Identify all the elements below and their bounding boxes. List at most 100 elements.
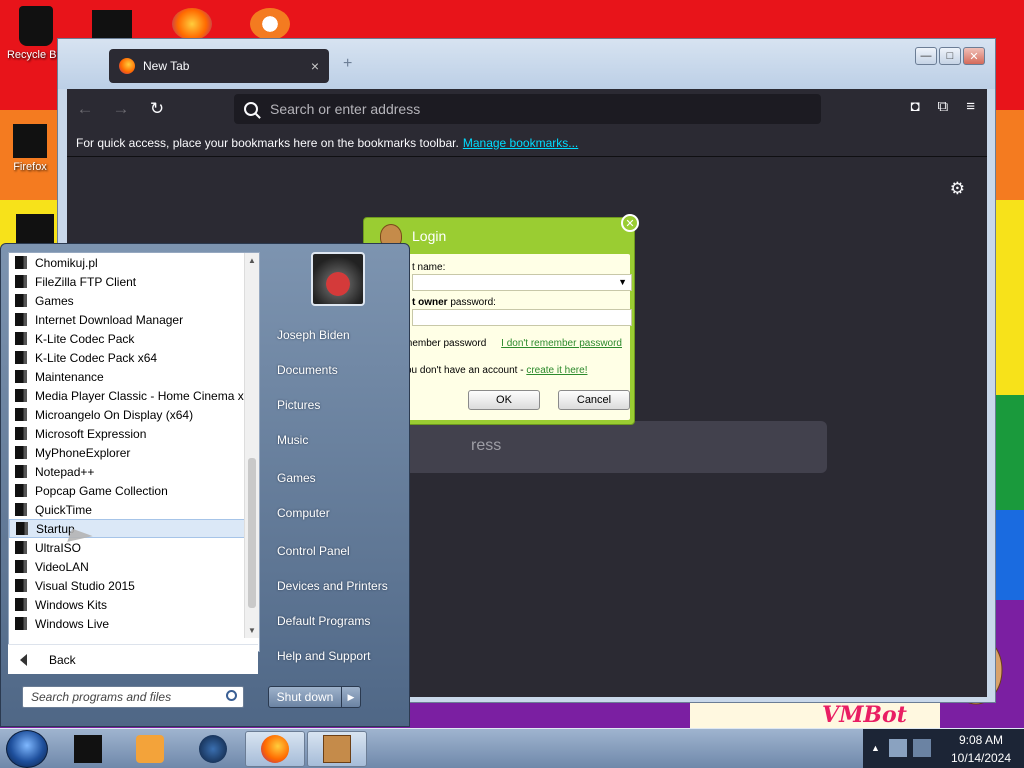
menu-icon[interactable]: ≡ [966, 98, 975, 115]
firefox-label: Firefox [13, 161, 47, 173]
program-label: MyPhoneExplorer [35, 445, 131, 460]
tray-expand-icon[interactable]: ▲ [871, 743, 880, 753]
pocket-icon[interactable]: ◘ [910, 98, 919, 115]
close-button[interactable]: ✕ [963, 47, 985, 65]
program-folder[interactable]: Chomikuj.pl [9, 253, 245, 272]
taskbar: ▲ 9:08 AM 10/14/2024 [0, 728, 1024, 768]
program-folder[interactable]: Internet Download Manager [9, 310, 245, 329]
forgot-password-link[interactable]: I don't remember password [501, 338, 622, 349]
program-label: Media Player Classic - Home Cinema x6 [35, 388, 245, 403]
program-folder[interactable]: Maintenance [9, 367, 245, 386]
taskbar-app-media[interactable] [120, 731, 180, 767]
start-link[interactable]: Devices and Printers [277, 579, 388, 593]
start-link[interactable]: Default Programs [277, 614, 370, 628]
desktop-icon-app[interactable] [172, 8, 212, 40]
firefox-logo-icon [119, 58, 135, 74]
folder-icon [16, 522, 28, 535]
user-avatar[interactable] [311, 252, 365, 306]
start-button[interactable] [6, 730, 48, 768]
desktop-icon-3[interactable] [16, 214, 54, 244]
program-folder[interactable]: UltraISO [9, 538, 245, 557]
remember-password-checkbox[interactable]: member password [404, 338, 486, 349]
program-label: Chomikuj.pl [35, 255, 98, 270]
start-link[interactable]: Games [277, 471, 316, 485]
start-menu: Chomikuj.pl FileZilla FTP Client Games Inte… [0, 243, 410, 727]
globe-icon [199, 735, 227, 763]
program-folder[interactable]: Startup [9, 519, 245, 538]
search-icon [226, 690, 237, 701]
clock-date[interactable]: 10/14/2024 [941, 751, 1021, 765]
create-account-link[interactable]: create it here! [526, 365, 587, 376]
minimize-button[interactable]: — [915, 47, 937, 65]
no-account-row: ou don't have an account - create it her… [406, 365, 622, 376]
cancel-button[interactable]: Cancel [558, 390, 630, 410]
program-folder[interactable]: Visual Studio 2015 [9, 576, 245, 595]
ok-button[interactable]: OK [468, 390, 540, 410]
media-player-icon [136, 735, 164, 763]
content-search-box[interactable]: ress [397, 421, 827, 473]
gear-icon[interactable]: ⚙ [950, 179, 965, 199]
program-folder[interactable]: QuickTime [9, 500, 245, 519]
program-folder[interactable]: Microangelo On Display (x64) [9, 405, 245, 424]
url-bar[interactable]: Search or enter address [234, 94, 821, 124]
program-folder[interactable]: Windows Kits [9, 595, 245, 614]
scroll-up-icon[interactable]: ▲ [248, 256, 256, 265]
extensions-icon[interactable]: ⧉ [938, 98, 949, 115]
start-link[interactable]: Music [277, 433, 308, 447]
network-icon[interactable] [889, 739, 907, 757]
start-search-input[interactable]: Search programs and files [22, 686, 244, 708]
maximize-button[interactable]: □ [939, 47, 961, 65]
program-label: Windows Live [35, 616, 110, 631]
volume-icon[interactable] [913, 739, 931, 757]
chevron-down-icon[interactable]: ▼ [618, 277, 627, 287]
taskbar-app-firefox[interactable] [245, 731, 305, 767]
start-link[interactable]: Control Panel [277, 544, 350, 558]
taskbar-app-cmd[interactable] [58, 731, 118, 767]
scroll-thumb[interactable] [248, 458, 256, 608]
desktop-icon-folder[interactable] [92, 10, 132, 40]
desktop-icon-firefox[interactable]: Firefox [0, 124, 60, 173]
program-folder[interactable]: Microsoft Expression [9, 424, 245, 443]
program-folder[interactable]: Windows Live [9, 614, 245, 633]
taskbar-app-globe[interactable] [183, 731, 243, 767]
clock-time[interactable]: 9:08 AM [941, 733, 1021, 747]
desktop-icon-app-2[interactable] [250, 8, 290, 40]
back-button[interactable]: Back [8, 644, 258, 674]
remember-row: member password I don't remember passwor… [404, 338, 622, 349]
programs-scrollbar[interactable]: ▲ ▼ [244, 253, 259, 638]
url-placeholder: Search or enter address [270, 101, 421, 117]
tab-new-tab[interactable]: New Tab × [109, 49, 329, 83]
folder-icon [15, 446, 27, 459]
program-folder[interactable]: K-Lite Codec Pack x64 [9, 348, 245, 367]
forward-arrow-icon[interactable]: → [103, 99, 139, 119]
start-link[interactable]: Joseph Biden [277, 328, 350, 342]
program-folder[interactable]: K-Lite Codec Pack [9, 329, 245, 348]
shutdown-button[interactable]: Shut down [268, 686, 342, 708]
reload-icon[interactable]: ↻ [139, 99, 175, 119]
system-tray: ▲ 9:08 AM 10/14/2024 [863, 729, 1024, 768]
manage-bookmarks-link[interactable]: Manage bookmarks... [463, 136, 578, 150]
password-field[interactable] [412, 309, 632, 326]
start-link[interactable]: Help and Support [277, 649, 370, 663]
tab-close-icon[interactable]: × [311, 58, 319, 74]
program-folder[interactable]: MyPhoneExplorer [9, 443, 245, 462]
program-folder[interactable]: Popcap Game Collection [9, 481, 245, 500]
scroll-down-icon[interactable]: ▼ [248, 626, 256, 635]
start-link[interactable]: Documents [277, 363, 338, 377]
terminal-icon [74, 735, 102, 763]
new-tab-button[interactable]: + [343, 55, 352, 73]
title-bar: New Tab × + — □ ✕ [58, 39, 995, 89]
back-arrow-icon[interactable]: ← [67, 99, 103, 119]
program-folder[interactable]: FileZilla FTP Client [9, 272, 245, 291]
program-folder[interactable]: Games [9, 291, 245, 310]
program-folder[interactable]: VideoLAN [9, 557, 245, 576]
program-folder[interactable]: Media Player Classic - Home Cinema x6 [9, 386, 245, 405]
shutdown-options-button[interactable]: ▶ [341, 686, 361, 708]
program-folder[interactable]: Notepad++ [9, 462, 245, 481]
close-icon[interactable]: ✕ [621, 214, 639, 232]
taskbar-app-hamsterbox[interactable] [307, 731, 367, 767]
username-field[interactable]: ▼ [412, 274, 632, 291]
folder-icon [15, 484, 27, 497]
start-link[interactable]: Pictures [277, 398, 320, 412]
start-link[interactable]: Computer [277, 506, 330, 520]
